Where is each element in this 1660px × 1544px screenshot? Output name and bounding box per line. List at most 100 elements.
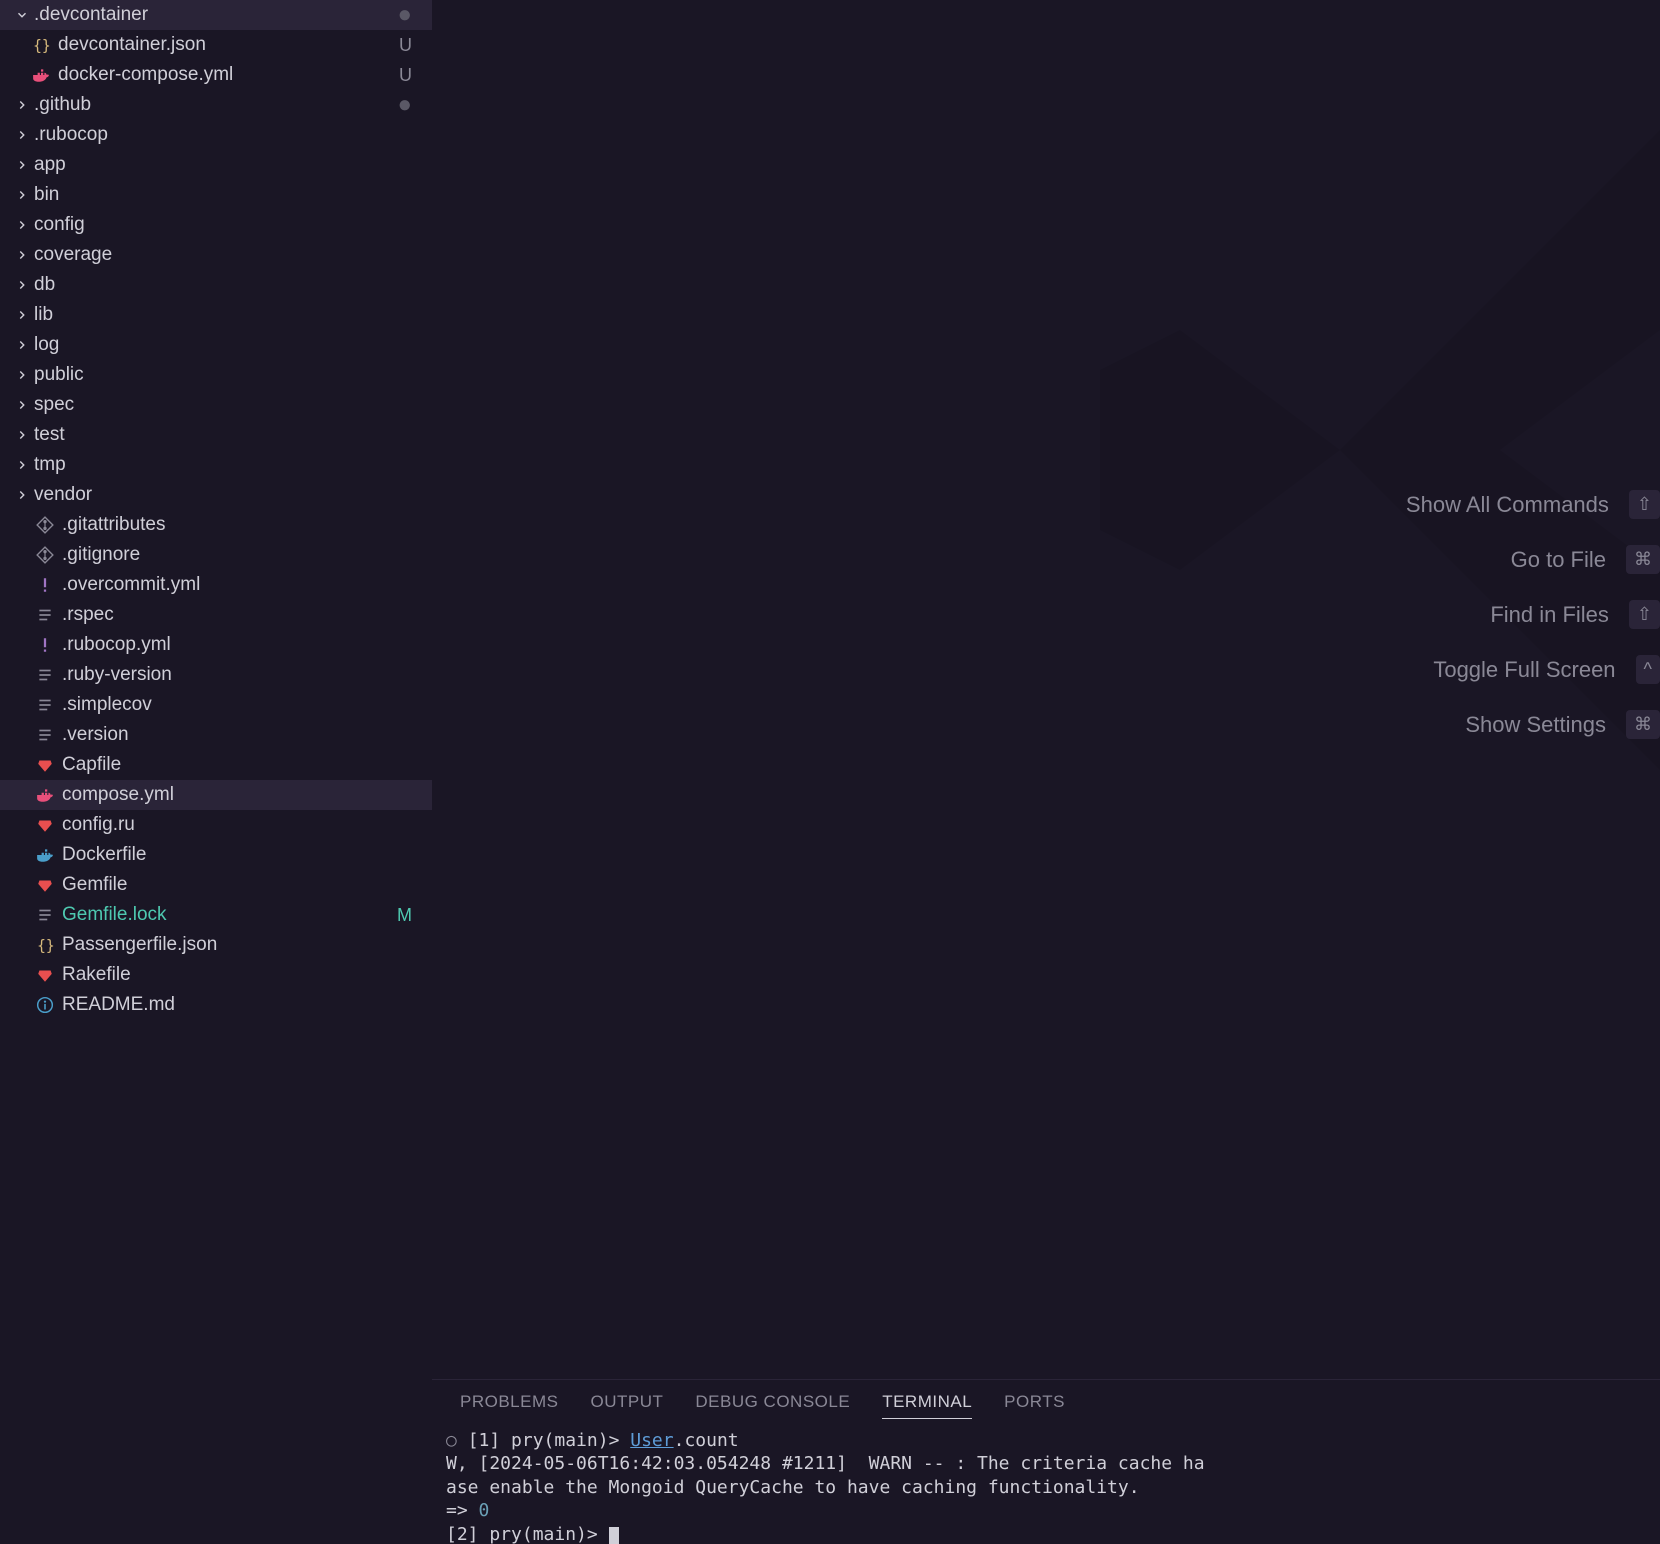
panel-tab-terminal[interactable]: TERMINAL [882,1392,972,1419]
folder-tmp[interactable]: tmp [0,450,432,480]
main-area: Show All Commands⇧Go to File⌘Find in Fil… [432,0,1660,1544]
command-hint: Go to File⌘ [1406,545,1660,574]
svg-text:{}: {} [33,38,50,54]
file-.simplecov[interactable]: .simplecov [0,690,432,720]
tree-item-label: .rspec [62,604,432,626]
chevron-right-icon [14,157,30,173]
command-hint: Toggle Full Screen ^ [1406,655,1660,684]
folder-log[interactable]: log [0,330,432,360]
tree-item-label: public [34,364,432,386]
file-.rspec[interactable]: .rspec [0,600,432,630]
keyboard-key: ^ [1636,655,1660,684]
tree-item-label: .gitattributes [62,514,432,536]
lines-icon [34,604,56,626]
tree-item-label: devcontainer.json [58,34,432,56]
tree-item-label: Gemfile.lock [62,904,432,926]
panel-tab-problems[interactable]: PROBLEMS [460,1392,558,1419]
hint-label: Find in Files [1490,602,1609,628]
tree-item-label: Dockerfile [62,844,432,866]
panel-tab-ports[interactable]: PORTS [1004,1392,1065,1419]
git-status-badge: U [399,65,412,86]
chevron-right-icon [14,397,30,413]
file-Gemfile[interactable]: Gemfile [0,870,432,900]
folder-.github[interactable]: .github● [0,90,432,120]
file-Dockerfile[interactable]: Dockerfile [0,840,432,870]
tree-item-label: .devcontainer [34,4,432,26]
info-icon [34,994,56,1016]
command-hints: Show All Commands⇧Go to File⌘Find in Fil… [1406,490,1660,739]
folder-bin[interactable]: bin [0,180,432,210]
keyboard-key: ⇧ [1629,600,1660,629]
tree-item-label: docker-compose.yml [58,64,432,86]
file-explorer[interactable]: .devcontainer● {} devcontainer.json Udocker… [0,0,432,1544]
file-README.md[interactable]: README.md [0,990,432,1020]
folder-coverage[interactable]: coverage [0,240,432,270]
terminal-cursor [609,1527,619,1544]
folder-app[interactable]: app [0,150,432,180]
file-Rakefile[interactable]: Rakefile [0,960,432,990]
ruby-icon [34,754,56,776]
terminal-text: ase enable the Mongoid QueryCache to hav… [446,1477,1140,1498]
file-.gitignore[interactable]: .gitignore [0,540,432,570]
bottom-panel: PROBLEMS OUTPUT DEBUG CONSOLE TERMINAL PORTS… [432,1379,1660,1544]
file-compose.yml[interactable]: compose.yml [0,780,432,810]
folder-lib[interactable]: lib [0,300,432,330]
git-icon [34,514,56,536]
file-Gemfile.lock[interactable]: Gemfile.lockM [0,900,432,930]
folder-test[interactable]: test [0,420,432,450]
tree-item-label: compose.yml [62,784,432,806]
tree-item-label: .overcommit.yml [62,574,432,596]
lines-icon [34,694,56,716]
chevron-right-icon [14,307,30,323]
folder-config[interactable]: config [0,210,432,240]
file-config.ru[interactable]: config.ru [0,810,432,840]
terminal-output[interactable]: ○ [1] pry(main)> User.count W, [2024-05-… [432,1425,1660,1544]
tree-item-label: app [34,154,432,176]
file-.rubocop.yml[interactable]: .rubocop.yml [0,630,432,660]
docker-icon [30,64,52,86]
command-hint: Show Settings⌘ [1406,710,1660,739]
tree-item-label: bin [34,184,432,206]
hint-label: Toggle Full Screen [1433,657,1615,683]
terminal-text: => [446,1500,479,1521]
tree-item-label: Passengerfile.json [62,934,432,956]
chevron-right-icon [14,457,30,473]
file-Capfile[interactable]: Capfile [0,750,432,780]
tree-item-label: test [34,424,432,446]
json-icon: {} [30,34,52,56]
folder-db[interactable]: db [0,270,432,300]
file-Passengerfile.json[interactable]: {} Passengerfile.json [0,930,432,960]
tree-item-label: README.md [62,994,432,1016]
dirty-dot-icon: ● [398,3,413,27]
tree-item-label: db [34,274,432,296]
svg-text:{}: {} [37,938,54,954]
dockerwhale-icon [34,844,56,866]
chevron-right-icon [14,97,30,113]
file-.version[interactable]: .version [0,720,432,750]
tree-item-label: log [34,334,432,356]
folder-vendor[interactable]: vendor [0,480,432,510]
terminal-text: W, [2024-05-06T16:42:03.054248 #1211] WA… [446,1453,1205,1474]
panel-tab-debug-console[interactable]: DEBUG CONSOLE [695,1392,850,1419]
folder-spec[interactable]: spec [0,390,432,420]
tree-item-label: config [34,214,432,236]
file-.gitattributes[interactable]: .gitattributes [0,510,432,540]
file-.ruby-version[interactable]: .ruby-version [0,660,432,690]
tree-item-label: .simplecov [62,694,432,716]
panel-tab-output[interactable]: OUTPUT [590,1392,663,1419]
docker-icon [34,784,56,806]
file-devcontainer.json[interactable]: {}devcontainer.jsonU [0,30,432,60]
keyboard-key: ⌘ [1626,710,1660,739]
chevron-right-icon [14,487,30,503]
file-.overcommit.yml[interactable]: .overcommit.yml [0,570,432,600]
folder-public[interactable]: public [0,360,432,390]
editor-empty-state: Show All Commands⇧Go to File⌘Find in Fil… [432,0,1660,1379]
tree-item-label: .rubocop.yml [62,634,432,656]
keyboard-key: ⇧ [1629,490,1660,519]
file-docker-compose.yml[interactable]: docker-compose.ymlU [0,60,432,90]
chevron-right-icon [14,127,30,143]
folder-.devcontainer[interactable]: .devcontainer● [0,0,432,30]
terminal-link[interactable]: User [630,1430,673,1451]
folder-.rubocop[interactable]: .rubocop [0,120,432,150]
chevron-right-icon [14,187,30,203]
